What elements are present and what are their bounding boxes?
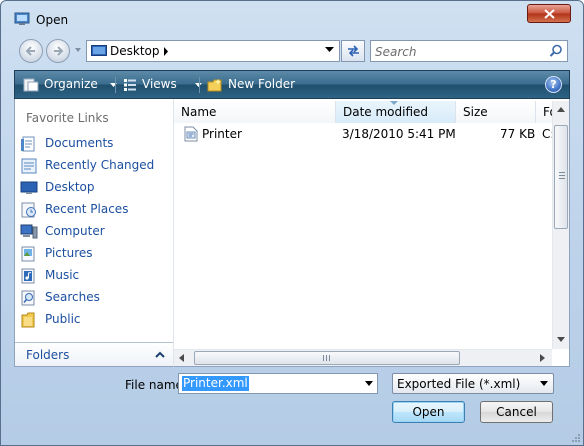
cancel-button[interactable]: Cancel bbox=[480, 401, 553, 423]
window-title: Open bbox=[36, 13, 69, 27]
open-button[interactable]: Open bbox=[392, 401, 465, 423]
scrollbar-thumb[interactable] bbox=[554, 125, 568, 229]
scrollbar-thumb[interactable] bbox=[194, 351, 460, 365]
back-arrow-icon bbox=[25, 46, 35, 56]
help-icon: ? bbox=[550, 78, 557, 91]
music-icon bbox=[21, 268, 35, 284]
sidebar-item-label: Recently Changed bbox=[45, 158, 155, 172]
sidebar-item-computer[interactable]: Computer bbox=[20, 221, 170, 241]
filetype-select[interactable]: Exported File (*.xml) bbox=[392, 373, 554, 394]
views-icon bbox=[124, 78, 136, 91]
sidebar-item-documents[interactable]: Documents bbox=[20, 133, 170, 153]
toolbar-divider bbox=[115, 77, 116, 93]
new-folder-icon bbox=[207, 78, 222, 91]
close-icon bbox=[544, 9, 555, 19]
column-header-name[interactable]: Name bbox=[174, 101, 336, 123]
sidebar-item-label: Public bbox=[45, 312, 81, 326]
column-header-label: Name bbox=[181, 105, 217, 119]
address-dropdown-icon[interactable] bbox=[325, 47, 334, 53]
column-header-label: Date modified bbox=[343, 105, 429, 119]
sidebar-item-label: Music bbox=[45, 268, 80, 282]
desktop-icon bbox=[20, 181, 38, 194]
list-item[interactable]: Printer 3/18/2010 5:41 PM 77 KB C: bbox=[180, 124, 554, 144]
forward-arrow-icon bbox=[54, 46, 64, 56]
documents-icon bbox=[21, 136, 35, 152]
file-name: Printer bbox=[202, 127, 242, 141]
views-label: Views bbox=[142, 77, 177, 91]
recently-changed-icon bbox=[21, 158, 37, 174]
views-button[interactable]: Views bbox=[123, 77, 202, 92]
chevron-down-icon bbox=[540, 381, 548, 386]
folders-toggle[interactable]: Folders bbox=[15, 342, 173, 366]
column-header-size[interactable]: Size bbox=[456, 101, 536, 123]
organize-button[interactable]: Organize bbox=[23, 77, 117, 92]
recent-places-icon bbox=[21, 202, 36, 218]
scroll-down-icon[interactable] bbox=[557, 337, 565, 342]
column-header-label: Size bbox=[463, 105, 488, 119]
column-header-date-modified[interactable]: Date modified bbox=[336, 101, 456, 123]
file-size: 77 KB bbox=[500, 127, 536, 141]
sidebar-item-searches[interactable]: Searches bbox=[20, 287, 170, 307]
favorite-links-header: Favorite Links bbox=[26, 111, 109, 125]
sidebar-item-pictures[interactable]: Pictures bbox=[20, 243, 170, 263]
pictures-icon bbox=[21, 246, 35, 262]
sidebar-item-label: Pictures bbox=[45, 246, 93, 260]
filename-input[interactable]: Printer.xml bbox=[178, 373, 378, 394]
organize-label: Organize bbox=[44, 77, 98, 91]
search-input[interactable] bbox=[375, 44, 543, 59]
title-bar[interactable]: Open bbox=[1, 1, 583, 31]
recent-pages-dropdown-icon[interactable] bbox=[73, 45, 83, 55]
forward-button[interactable] bbox=[46, 39, 70, 63]
refresh-button[interactable] bbox=[341, 40, 365, 62]
toolbar-divider bbox=[199, 77, 200, 93]
file-date: 3/18/2010 5:41 PM bbox=[342, 127, 456, 141]
horizontal-scrollbar[interactable] bbox=[174, 349, 552, 366]
scroll-left-icon[interactable] bbox=[179, 354, 184, 362]
navigation-pane: Favorite Links Documents Recently Change… bbox=[14, 99, 173, 367]
sidebar-item-public[interactable]: Public bbox=[20, 309, 170, 329]
chevron-down-icon[interactable] bbox=[365, 381, 373, 386]
sidebar-item-label: Documents bbox=[45, 136, 114, 150]
scroll-right-icon[interactable] bbox=[540, 354, 545, 362]
sidebar-item-recently-changed[interactable]: Recently Changed bbox=[20, 155, 170, 175]
address-path[interactable]: Desktop bbox=[110, 44, 160, 58]
app-icon bbox=[14, 12, 30, 25]
search-icon[interactable] bbox=[549, 44, 563, 58]
filename-value[interactable]: Printer.xml bbox=[182, 376, 249, 391]
back-button[interactable] bbox=[19, 39, 43, 63]
sidebar-item-label: Searches bbox=[45, 290, 100, 304]
searches-icon bbox=[21, 290, 35, 306]
sidebar-item-desktop[interactable]: Desktop bbox=[20, 177, 170, 197]
sidebar-item-recent-places[interactable]: Recent Places bbox=[20, 199, 170, 219]
help-button[interactable]: ? bbox=[545, 76, 562, 93]
sidebar-item-label: Computer bbox=[45, 224, 105, 238]
address-bar[interactable]: Desktop bbox=[86, 40, 340, 62]
new-folder-button[interactable]: New Folder bbox=[207, 77, 295, 92]
new-folder-label: New Folder bbox=[228, 77, 296, 91]
filetype-value: Exported File (*.xml) bbox=[397, 377, 521, 391]
search-box[interactable] bbox=[370, 40, 568, 62]
computer-icon bbox=[20, 224, 38, 239]
file-list: Name Date modified Size Fo Printer 3/18/… bbox=[173, 99, 570, 367]
chevron-up-icon bbox=[155, 351, 165, 358]
organize-icon bbox=[23, 78, 39, 91]
xml-file-icon bbox=[184, 126, 198, 142]
resize-grip-icon[interactable] bbox=[571, 433, 581, 443]
vertical-scrollbar[interactable] bbox=[552, 101, 569, 349]
breadcrumb-arrow-icon[interactable] bbox=[163, 47, 169, 56]
command-toolbar: Organize Views New Folder ? bbox=[14, 70, 570, 99]
refresh-icon bbox=[348, 45, 359, 57]
open-dialog: Open Desktop Search Organize Views New F… bbox=[0, 0, 584, 446]
sidebar-item-label: Desktop bbox=[45, 180, 95, 194]
public-folder-icon bbox=[21, 312, 35, 328]
close-button[interactable] bbox=[527, 4, 571, 23]
sidebar-item-label: Recent Places bbox=[45, 202, 129, 216]
folders-label: Folders bbox=[26, 348, 70, 362]
scrollbar-grip bbox=[323, 355, 331, 361]
scroll-up-icon[interactable] bbox=[557, 107, 565, 112]
scrollbar-grip bbox=[559, 172, 565, 180]
desktop-folder-icon bbox=[91, 45, 107, 56]
sidebar-item-music[interactable]: Music bbox=[20, 265, 170, 285]
